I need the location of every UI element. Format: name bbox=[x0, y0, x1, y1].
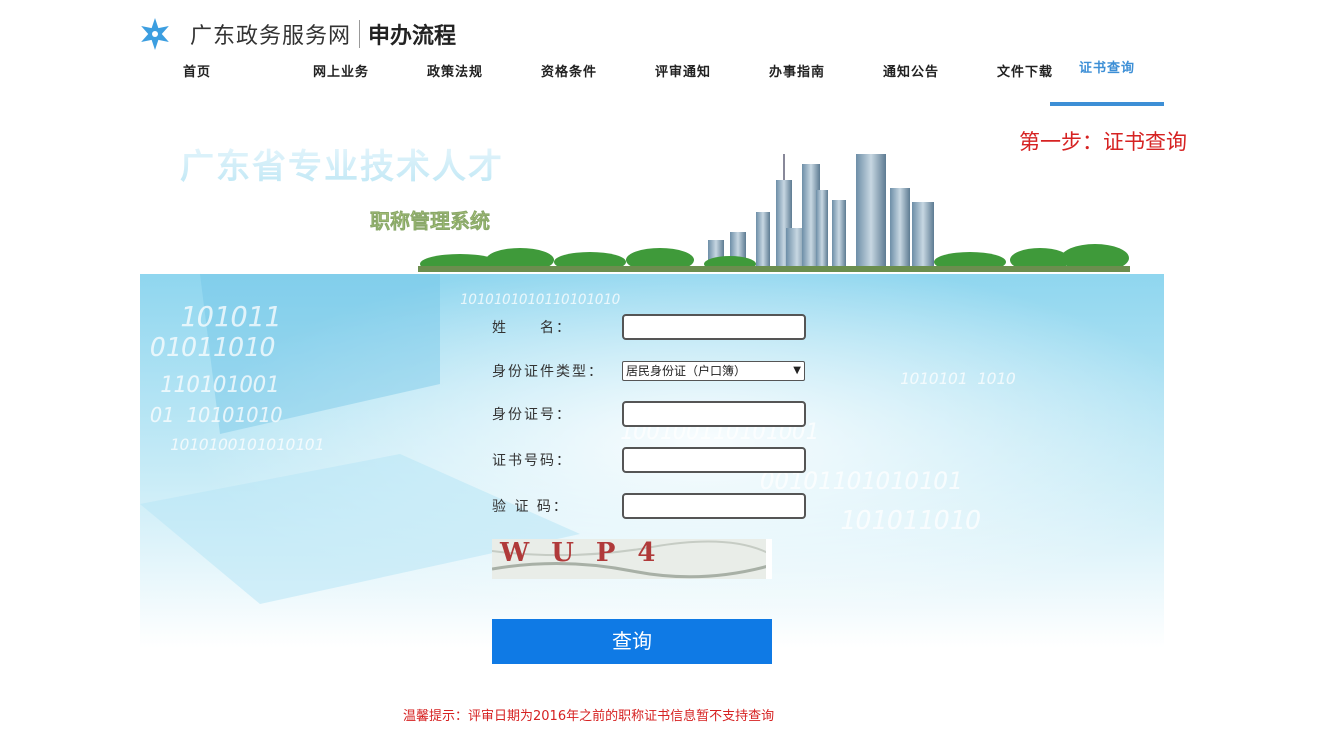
nav-item-guide[interactable]: 办事指南 bbox=[740, 56, 854, 104]
main-nav: 首页 网上业务 政策法规 资格条件 评审通知 办事指南 通知公告 文件下载 证书… bbox=[140, 56, 1164, 106]
banner: 广东省专业技术人才 职称管理系统 bbox=[140, 140, 1164, 272]
nav-item-review-notices[interactable]: 评审通知 bbox=[626, 56, 740, 104]
nav-item-home[interactable]: 首页 bbox=[140, 56, 254, 104]
id-type-selected-value: 居民身份证（户口簿） bbox=[626, 364, 747, 378]
chevron-down-icon: ▼ bbox=[793, 365, 801, 376]
nav-item-announcements[interactable]: 通知公告 bbox=[854, 56, 968, 104]
svg-text:1O1O1OO1O1O1O1O1: 1O1O1OO1O1O1O1O1 bbox=[170, 435, 324, 454]
nav-item-qualifications[interactable]: 资格条件 bbox=[512, 56, 626, 104]
captcha-label: 验 证 码： bbox=[492, 499, 569, 515]
id-number-input[interactable] bbox=[622, 401, 806, 427]
warning-tip: 温馨提示：评审日期为2016年之前的职称证书信息暂不支持查询 bbox=[403, 709, 775, 724]
banner-title: 广东省专业技术人才 bbox=[180, 147, 504, 187]
svg-text:1O1O11: 1O1O11 bbox=[180, 300, 281, 333]
svg-text:1O1O1O1O1O11O1O1O1O: 1O1O1O1O1O11O1O1O1O bbox=[460, 292, 620, 308]
banner-subtitle: 职称管理系统 bbox=[370, 209, 490, 233]
captcha-image[interactable]: WUP4 bbox=[491, 538, 773, 579]
nav-item-online-business[interactable]: 网上业务 bbox=[284, 56, 398, 104]
id-type-label: 身份证件类型： bbox=[492, 364, 604, 380]
cert-number-input[interactable] bbox=[622, 447, 806, 473]
name-input[interactable] bbox=[622, 314, 806, 340]
cert-number-label: 证书号码： bbox=[492, 453, 572, 469]
id-number-label: 身份证号： bbox=[492, 407, 572, 423]
query-button[interactable]: 查询 bbox=[492, 619, 772, 664]
nav-item-policies[interactable]: 政策法规 bbox=[398, 56, 512, 104]
gdgov-logo-icon bbox=[141, 18, 169, 50]
logo-divider bbox=[359, 20, 361, 48]
site-header: 广东政务服务网 申办流程 bbox=[138, 14, 456, 54]
captcha-text: WUP4 bbox=[499, 539, 678, 568]
banner-skyline-image: 广东省专业技术人才 职称管理系统 bbox=[180, 147, 1130, 272]
svg-text:O1 1O1O1O1O: O1 1O1O1O1O bbox=[150, 403, 282, 427]
name-label: 姓 名： bbox=[492, 320, 572, 336]
section-title: 申办流程 bbox=[368, 24, 457, 49]
nav-item-certificate-query[interactable]: 证书查询 bbox=[1050, 56, 1164, 106]
captcha-input[interactable] bbox=[622, 493, 806, 519]
svg-text:1O1O1O1 1O1O: 1O1O1O1 1O1O bbox=[900, 369, 1016, 388]
svg-text:1O1O11O1O: 1O1O11O1O bbox=[840, 506, 981, 536]
svg-text:O1O11O1O: O1O11O1O bbox=[150, 333, 275, 363]
site-name[interactable]: 广东政务服务网 bbox=[190, 18, 351, 50]
svg-text:11O1O1OO1: 11O1O1OO1 bbox=[160, 373, 279, 398]
id-type-select[interactable]: 居民身份证（户口簿） ▼ bbox=[622, 361, 805, 381]
